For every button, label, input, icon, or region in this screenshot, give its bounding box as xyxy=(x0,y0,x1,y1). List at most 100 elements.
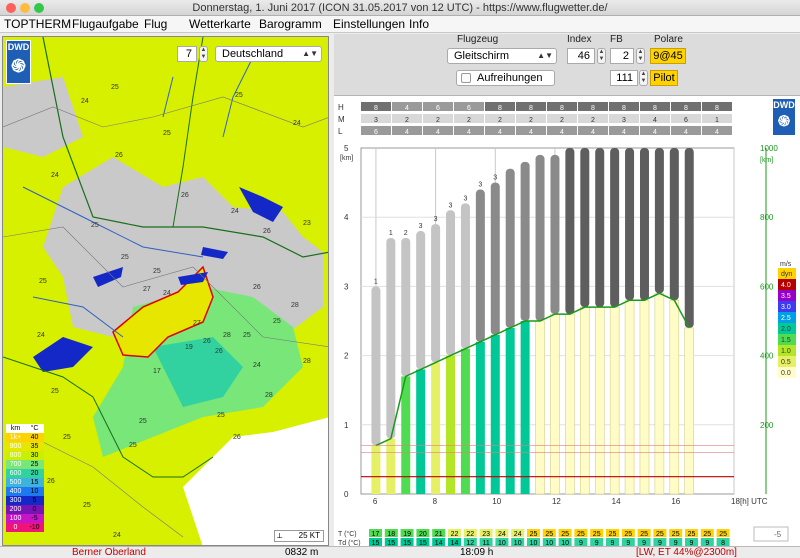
minimize-window-button[interactable] xyxy=(20,3,30,13)
cloud-base-label: 1 xyxy=(374,278,378,285)
map-cell-number: 24 xyxy=(231,208,239,215)
temp-value: 25 xyxy=(672,531,680,538)
thermal-column xyxy=(684,327,694,495)
number-field[interactable]: 111 xyxy=(610,70,638,86)
map-cell-number: 26 xyxy=(181,192,189,199)
dwd-logo-chart: DWD ֍ xyxy=(772,98,796,136)
climb-legend-value: 3.5 xyxy=(781,293,791,300)
thermal-chart-svg[interactable]: H 8 4 6 6 8 8 8 8 8 8 8 8M 3 2 2 2 2 2 2 2 3 4 6 1L 6 4 4 4 4 4 4 4 4 4 4 40… xyxy=(334,96,800,547)
thermal-column xyxy=(520,321,530,494)
temp-value: 25 xyxy=(545,531,553,538)
y-tick-left: 2 xyxy=(344,352,349,361)
map-cell-number: 25 xyxy=(129,442,137,449)
fb-field[interactable]: 2 xyxy=(610,48,634,64)
climb-legend-value: 0.5 xyxy=(781,359,791,366)
flugzeug-value: Gleitschirm xyxy=(454,50,510,62)
map-legend-row: 100 -5 xyxy=(6,514,44,523)
menu-info[interactable]: Info xyxy=(409,17,429,32)
profile-controls: Flugzeug Gleitschirm ▲▼ Index 46 ▲ ▼ FB 2… xyxy=(334,34,800,96)
map-canvas[interactable]: 24 25 25 24 26 25 24 26 24 23 26 25 25 25 26 28 25 25 28 27… xyxy=(3,37,329,546)
menu-toptherm[interactable]: TOPTHERM xyxy=(4,17,71,32)
map-legend-km: 800 xyxy=(6,451,25,460)
temp-value: 25 xyxy=(719,531,727,538)
flugzeug-select[interactable]: Gleitschirm ▲▼ xyxy=(447,48,557,64)
map-cell-number: 24 xyxy=(113,532,121,539)
aufreihungen-checkbox[interactable] xyxy=(461,73,471,83)
neg-value-field[interactable] xyxy=(753,526,789,542)
number-stepper[interactable]: ▲ ▼ xyxy=(639,70,648,86)
y-tick-left: 0 xyxy=(344,490,349,499)
cloud-base-label: 3 xyxy=(434,216,438,223)
cloud-row-label: L xyxy=(338,127,343,136)
index-stepper[interactable]: ▲ ▼ xyxy=(597,48,606,64)
pilot-button[interactable]: Pilot xyxy=(650,70,678,86)
temp-value: 25 xyxy=(530,531,538,538)
thermal-column xyxy=(550,313,560,495)
fb-stepper[interactable]: ▲ ▼ xyxy=(636,48,645,64)
map-cell-number: 25 xyxy=(243,332,251,339)
map-cell-number: 26 xyxy=(203,338,211,345)
temp-value: 22 xyxy=(451,531,459,538)
cloud-base-label: 3 xyxy=(478,182,482,189)
temp-value: 19 xyxy=(403,531,411,538)
cloud-column xyxy=(580,148,590,308)
menu-wetterkarte[interactable]: Wetterkarte xyxy=(189,17,251,32)
neg-value: -5 xyxy=(774,530,782,539)
y-tick-right: 800 xyxy=(760,213,774,222)
cloud-column xyxy=(520,161,530,321)
temp-value: 25 xyxy=(624,531,632,538)
map-legend-km: 1k+ xyxy=(6,433,25,442)
map-cell-number: 24 xyxy=(81,98,89,105)
menu-barogramm[interactable]: Barogramm xyxy=(259,17,322,32)
index-field[interactable]: 46 xyxy=(567,48,595,64)
map-white-zone xyxy=(183,417,328,545)
fb-label: FB xyxy=(610,34,623,45)
climb-legend-value: 3.0 xyxy=(781,304,791,311)
cloud-cover-value: 6 xyxy=(467,105,471,112)
map-legend-km: 500 xyxy=(6,478,25,487)
thermal-chart[interactable]: H846688888888M322222223461L6444444444440… xyxy=(334,96,800,547)
cloud-cover-value: 2 xyxy=(560,117,564,124)
x-tick: 6 xyxy=(373,497,378,506)
region-select-value: Deutschland xyxy=(222,48,284,60)
cloud-base-label: 3 xyxy=(419,223,423,230)
map-legend-c: 30 xyxy=(25,451,44,460)
cloud-cover-value: 4 xyxy=(591,129,595,136)
map-cell-number: 25 xyxy=(91,222,99,229)
map-cell-number: 26 xyxy=(47,478,55,485)
temp-value: 25 xyxy=(703,531,711,538)
temp-value: 24 xyxy=(498,531,506,538)
cloud-column xyxy=(460,203,470,349)
cloud-cover-value: 8 xyxy=(374,105,378,112)
thermal-column xyxy=(639,299,650,495)
close-window-button[interactable] xyxy=(6,3,16,13)
zoom-window-button[interactable] xyxy=(34,3,44,13)
zoom-field[interactable]: 7 xyxy=(177,46,197,62)
polare-value[interactable]: 9@45 xyxy=(650,48,686,64)
menu-flug[interactable]: Flug xyxy=(144,17,167,32)
map-cell-number: 25 xyxy=(153,268,161,275)
x-axis-label: [h] UTC xyxy=(740,497,768,506)
map-legend: km °C 1k+ 40 900 35 800 30 700 25 600 20 500 15 400 1… xyxy=(6,424,44,532)
region-select[interactable]: Deutschland ▲▼ xyxy=(215,46,322,62)
map-legend-row: 700 25 xyxy=(6,460,44,469)
weather-map[interactable]: 24 25 25 24 26 25 24 26 24 23 26 25 25 25 26 28 25 25 28 27… xyxy=(2,36,329,546)
map-legend-row: 1k+ 40 xyxy=(6,433,44,442)
menu-flugaufgabe[interactable]: Flugaufgabe xyxy=(72,17,139,32)
temp-value: 18 xyxy=(387,531,395,538)
cloud-column xyxy=(416,231,426,370)
legend-unit-c: °C xyxy=(30,425,39,432)
cloud-cover-value: 8 xyxy=(622,105,626,112)
menu-einstellungen[interactable]: Einstellungen xyxy=(333,17,405,32)
zoom-stepper[interactable]: ▲ ▼ xyxy=(199,46,208,62)
map-cell-number: 25 xyxy=(63,434,71,441)
cloud-cover-value: 4 xyxy=(653,117,657,124)
map-cell-number: 19 xyxy=(185,344,193,351)
aufreihungen-toggle[interactable]: Aufreihungen xyxy=(456,70,555,86)
y-tick-left: 5 xyxy=(344,144,349,153)
temp-value: 22 xyxy=(466,531,474,538)
cloud-column xyxy=(431,224,441,363)
cloud-column xyxy=(371,286,381,446)
thermal-column xyxy=(609,306,620,495)
cloud-cover-value: 2 xyxy=(436,117,440,124)
